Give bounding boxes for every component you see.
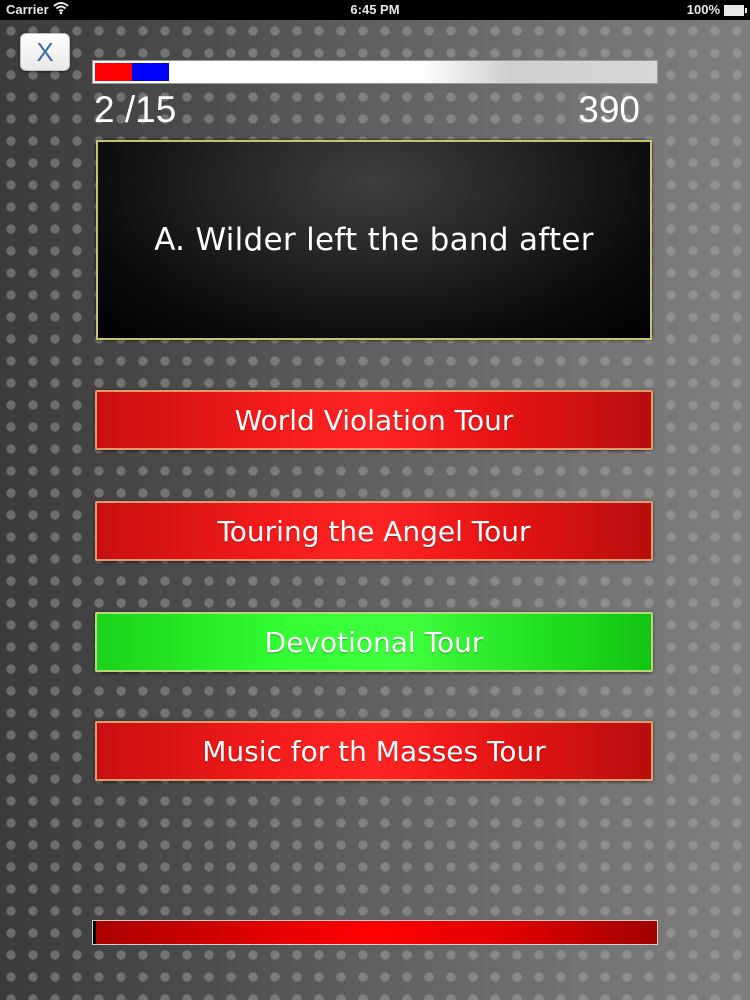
- score: 390: [578, 89, 640, 130]
- clock: 6:45 PM: [350, 2, 400, 17]
- answer-button-2[interactable]: Touring the Angel Tour: [95, 501, 653, 561]
- progress-segment-1: [95, 63, 132, 81]
- answer-button-1[interactable]: World Violation Tour: [95, 390, 653, 450]
- status-bar: Carrier 6:45 PM 100%: [0, 0, 750, 20]
- question-text: A. Wilder left the band after: [154, 222, 594, 258]
- battery-icon: [724, 5, 747, 16]
- close-button[interactable]: X: [20, 33, 70, 71]
- question-progress-bar: [92, 60, 658, 84]
- progress-segment-2: [132, 63, 169, 81]
- question-counter: 2 /15: [94, 89, 177, 130]
- battery-percentage: 100%: [686, 2, 720, 17]
- timer-bar-cap: [93, 921, 96, 944]
- question-panel: A. Wilder left the band after: [96, 140, 652, 340]
- quiz-screen: X 2 /15 390 A. Wilder left the band afte…: [0, 20, 750, 1000]
- answer-button-3[interactable]: Devotional Tour: [95, 612, 653, 672]
- timer-bar: [92, 920, 658, 945]
- answer-button-4[interactable]: Music for th Masses Tour: [95, 721, 653, 781]
